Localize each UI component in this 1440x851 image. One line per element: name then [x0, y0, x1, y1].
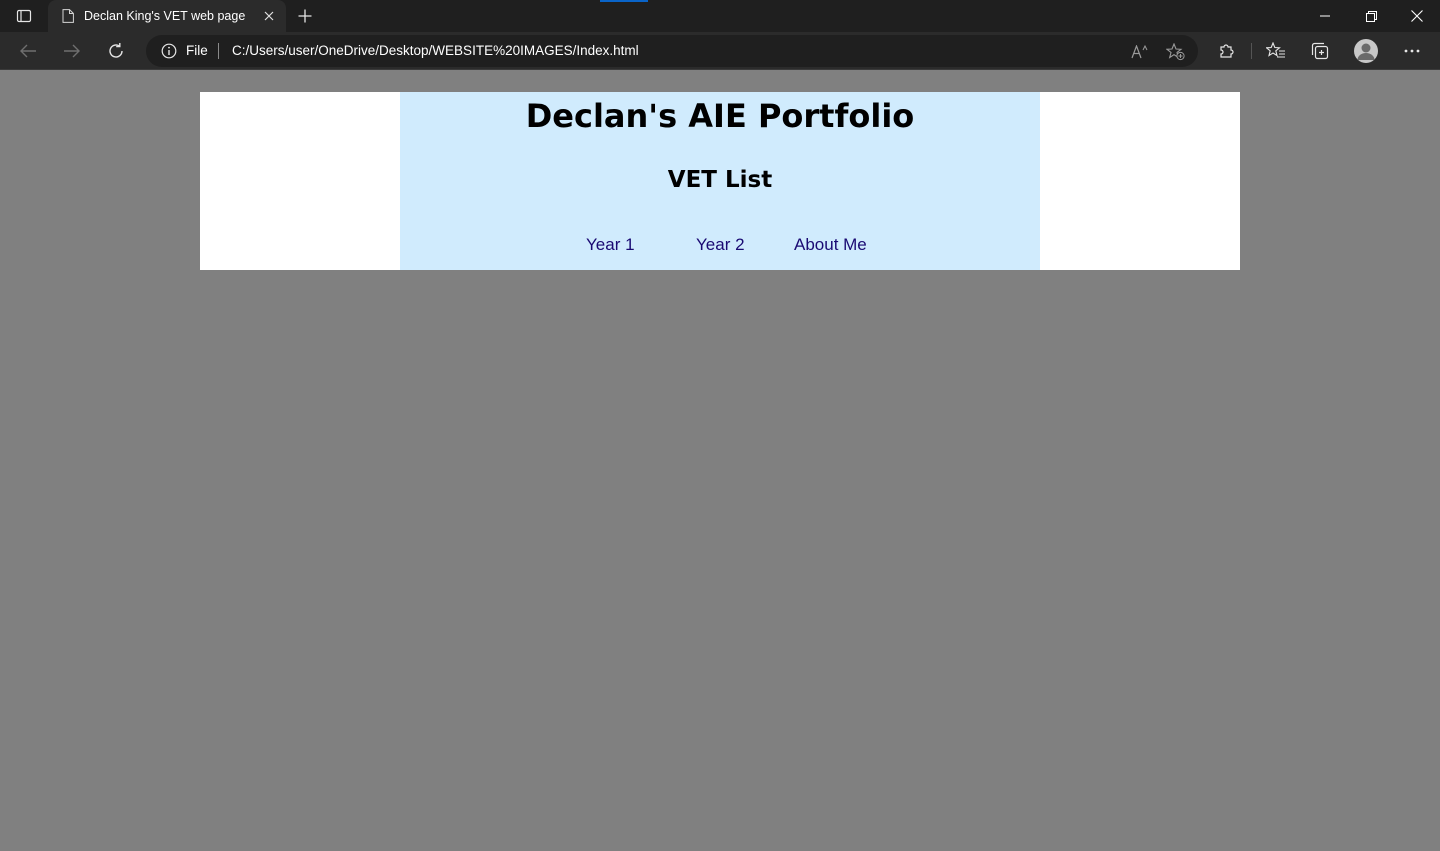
favorites-icon[interactable]	[1262, 37, 1290, 65]
browser-tab[interactable]: Declan King's VET web page	[48, 0, 286, 32]
document-icon	[60, 8, 76, 24]
forward-arrow-icon[interactable]	[57, 36, 87, 66]
close-icon[interactable]	[258, 5, 280, 27]
info-icon[interactable]	[160, 42, 178, 60]
extensions-icon[interactable]	[1213, 37, 1241, 65]
tab-accent-strip	[600, 0, 648, 2]
tab-bar: Declan King's VET web page	[0, 0, 1440, 32]
minimize-icon[interactable]	[1302, 0, 1348, 32]
close-window-icon[interactable]	[1394, 0, 1440, 32]
nav-link-about-me[interactable]: About Me	[794, 235, 867, 255]
more-icon[interactable]	[1398, 37, 1426, 65]
nav-link-year-2[interactable]: Year 2	[696, 235, 745, 255]
browser-toolbar: File C:/Users/user/OneDrive/Desktop/WEBS…	[0, 32, 1440, 70]
back-arrow-icon[interactable]	[13, 36, 43, 66]
profile-icon[interactable]	[1354, 39, 1378, 63]
header-banner: Declan's AIE Portfolio VET List Year 1 Y…	[400, 92, 1040, 270]
nav-link-year-1[interactable]: Year 1	[586, 235, 635, 255]
address-url[interactable]: C:/Users/user/OneDrive/Desktop/WEBSITE%2…	[232, 43, 639, 58]
page-title: Declan's AIE Portfolio	[525, 97, 915, 135]
read-aloud-icon[interactable]	[1128, 40, 1152, 64]
restore-icon[interactable]	[1348, 0, 1394, 32]
tab-title: Declan King's VET web page	[84, 9, 246, 23]
collections-icon[interactable]	[1306, 37, 1334, 65]
tab-actions-icon[interactable]	[10, 4, 38, 28]
page-viewport: Declan's AIE Portfolio VET List Year 1 Y…	[0, 70, 1440, 851]
address-scheme-label: File	[186, 43, 208, 58]
site-nav: Year 1 Year 2 About Me	[400, 235, 1040, 259]
address-bar[interactable]: File C:/Users/user/OneDrive/Desktop/WEBS…	[146, 35, 1198, 67]
address-separator	[218, 43, 219, 59]
refresh-icon[interactable]	[101, 36, 131, 66]
site-header: Declan's AIE Portfolio VET List Year 1 Y…	[200, 92, 1240, 270]
add-favorite-icon[interactable]	[1164, 40, 1188, 64]
page-subtitle: VET List	[667, 167, 773, 193]
plus-icon[interactable]	[292, 4, 318, 28]
toolbar-separator	[1251, 43, 1252, 59]
